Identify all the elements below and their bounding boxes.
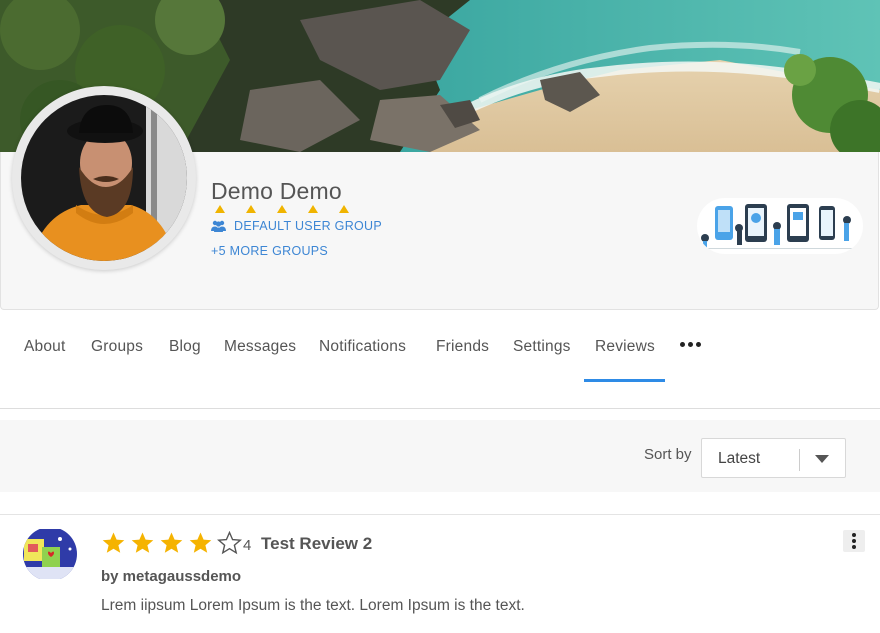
default-group-link[interactable]: DEFAULT USER GROUP xyxy=(211,219,382,233)
tab-friends[interactable]: Friends xyxy=(436,338,489,356)
rank-star-icon xyxy=(215,205,225,213)
tab-groups[interactable]: Groups xyxy=(91,338,143,356)
rank-star-icon xyxy=(277,205,287,213)
rank-star-icon xyxy=(308,205,318,213)
star-filled-icon xyxy=(131,532,154,553)
star-filled-icon xyxy=(189,532,212,553)
chevron-down-icon xyxy=(815,455,829,463)
profile-avatar[interactable] xyxy=(12,86,196,270)
profile-photo xyxy=(21,95,187,261)
profile-badge-illustration xyxy=(697,198,863,254)
reviewer-avatar[interactable] xyxy=(22,529,78,579)
tab-blog[interactable]: Blog xyxy=(169,338,201,356)
more-vertical-icon[interactable] xyxy=(843,530,865,552)
tab-messages[interactable]: Messages xyxy=(224,338,296,356)
tab-notifications[interactable]: Notifications xyxy=(319,338,406,356)
user-rank-stars xyxy=(215,205,349,213)
more-groups-link[interactable]: +5 MORE GROUPS xyxy=(211,244,328,258)
star-outline-icon xyxy=(217,531,242,555)
review-title: Test Review 2 xyxy=(261,534,373,553)
default-group-label: DEFAULT USER GROUP xyxy=(234,219,383,233)
users-icon xyxy=(211,220,226,232)
tab-settings[interactable]: Settings xyxy=(513,338,571,356)
review-item: 4 Test Review 2 by metagaussdemo Lrem ii… xyxy=(0,514,880,633)
rank-star-icon xyxy=(246,205,256,213)
sort-select-divider xyxy=(799,449,800,471)
active-tab-indicator xyxy=(584,379,665,382)
review-rating-stars xyxy=(101,531,242,555)
rank-star-icon xyxy=(339,205,349,213)
tab-reviews[interactable]: Reviews xyxy=(595,338,655,356)
review-rating-number: 4 xyxy=(243,537,252,554)
review-author: by metagaussdemo xyxy=(101,568,242,585)
review-text: Lrem iipsum Lorem Ipsum is the text. Lor… xyxy=(101,597,525,614)
profile-display-name: Demo Demo xyxy=(211,178,342,204)
profile-tabs: About Groups Blog Messages Notifications… xyxy=(0,322,880,409)
sort-select[interactable]: Latest xyxy=(701,438,846,478)
sort-by-label: Sort by xyxy=(644,446,692,463)
tab-about[interactable]: About xyxy=(24,338,66,356)
reviews-sort-bar: Sort by Latest xyxy=(0,420,880,492)
star-filled-icon xyxy=(160,532,183,553)
star-filled-icon xyxy=(102,532,125,553)
sort-selected-value: Latest xyxy=(718,450,761,467)
more-horizontal-icon[interactable] xyxy=(680,342,701,347)
